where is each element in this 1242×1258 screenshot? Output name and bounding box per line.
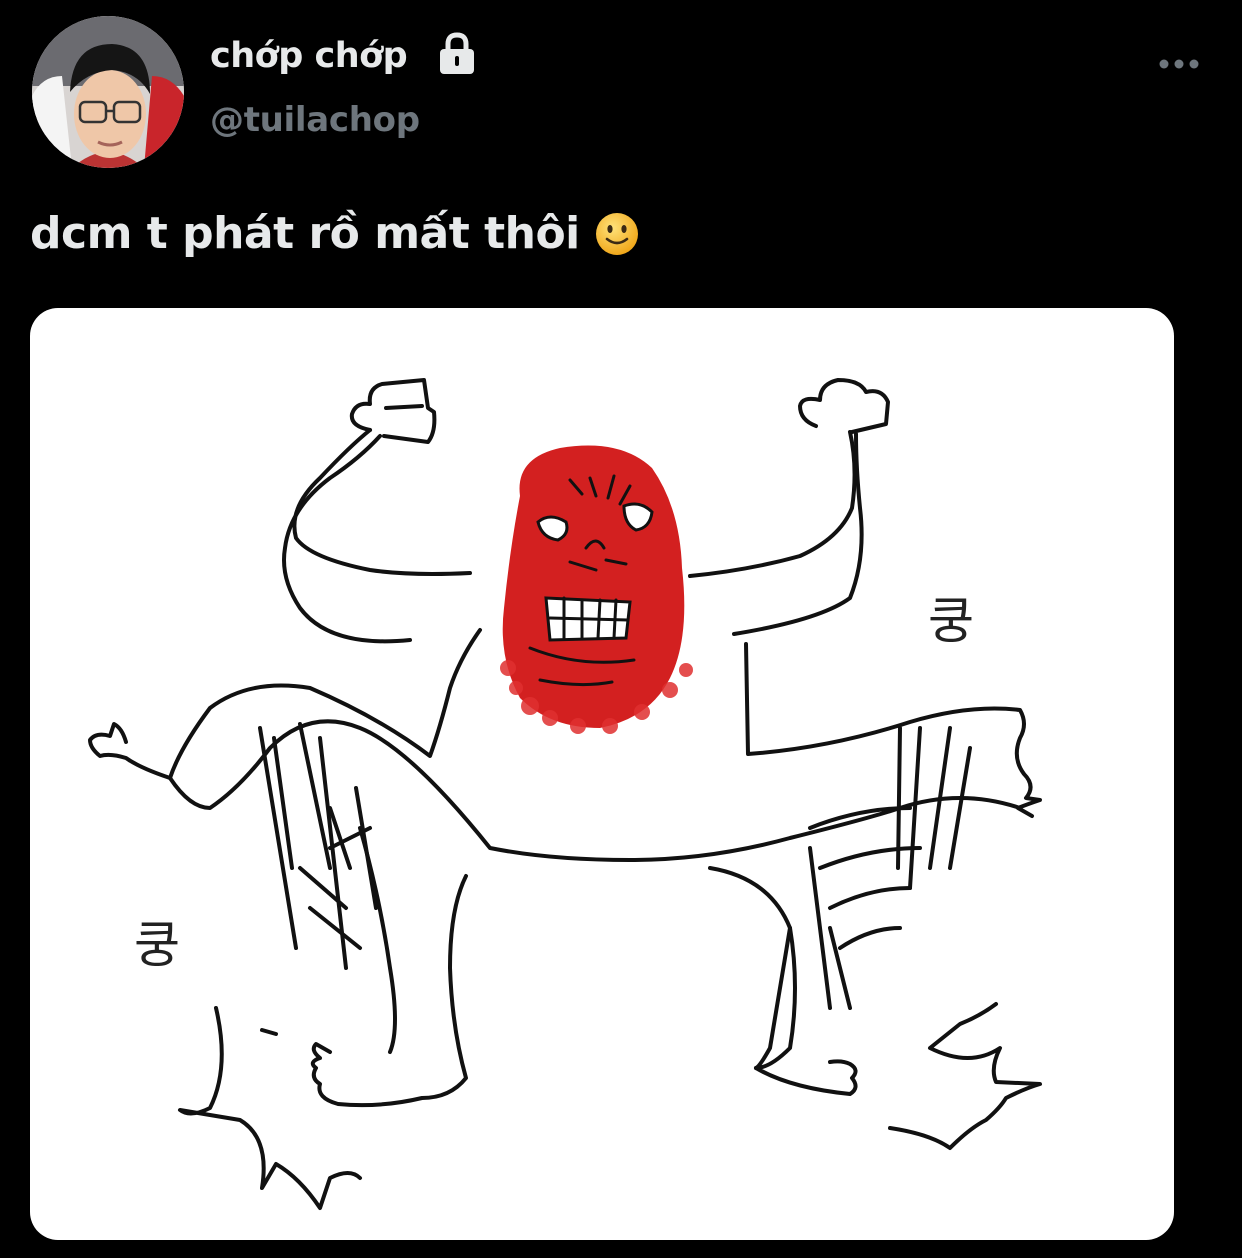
handle[interactable]: @tuilachop [210, 100, 420, 140]
sound-effect-left: 쿵 [134, 916, 180, 974]
tweet-text-content: dcm t phát rồ mất thôi [30, 208, 580, 259]
left-arm [292, 428, 472, 576]
right-arm [688, 430, 857, 578]
tweet: chớp chớp @tuilachop dcm t phát rồ mất t… [0, 0, 1242, 1258]
impact-left [178, 1006, 362, 1210]
meme-drawing: 쿵 쿵 [88, 378, 1042, 1210]
torso [88, 628, 482, 780]
lock-icon [440, 32, 474, 74]
red-face [500, 445, 693, 734]
avatar[interactable] [32, 16, 184, 168]
slightly-smiling-face-icon [595, 212, 638, 255]
sound-effect-right: 쿵 [928, 592, 974, 650]
tweet-text: dcm t phát rồ mất thôi [30, 208, 640, 259]
avatar-image [32, 16, 184, 168]
right-fist [798, 378, 890, 434]
impact-right [888, 1002, 1042, 1150]
more-horizontal-icon[interactable] [1152, 48, 1206, 80]
display-name[interactable]: chớp chớp [210, 36, 408, 76]
left-leg [310, 874, 468, 1108]
tweet-media-image[interactable]: 쿵 쿵 [30, 308, 1174, 1240]
